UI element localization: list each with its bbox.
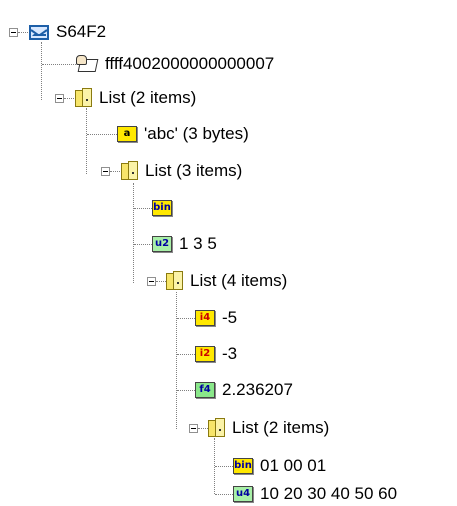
tree-connector	[198, 428, 208, 429]
i2-type-icon: i2	[195, 346, 215, 362]
node-label: 'abc' (3 bytes)	[144, 124, 249, 143]
tree-connector	[215, 494, 233, 495]
collapse-minus-icon[interactable]	[189, 424, 198, 433]
node-label: ffff4002000000000007	[105, 54, 275, 73]
collapse-minus-icon[interactable]	[101, 167, 110, 176]
node-label: List (2 items)	[99, 88, 197, 107]
tree-node-list[interactable]: List (4 items)	[166, 270, 287, 292]
tree-node-binary[interactable]: bin	[152, 197, 179, 219]
tree-connector	[177, 354, 195, 355]
tree-connector	[215, 466, 233, 467]
tree-node-system-bytes[interactable]: ffff4002000000000007	[76, 53, 274, 75]
system-bytes-icon	[76, 55, 99, 73]
tree-connector	[41, 42, 42, 100]
tree-node-i2[interactable]: i2 -3	[195, 343, 237, 365]
u4-type-icon: u4	[233, 486, 253, 502]
secs-message-tree: S64F2 ffff4002000000000007 List (2 items…	[0, 0, 457, 506]
node-label: 2.236207	[222, 380, 293, 399]
tree-node-list[interactable]: List (3 items)	[121, 160, 242, 182]
tree-connector	[156, 281, 166, 282]
tree-node-list[interactable]: List (2 items)	[75, 87, 196, 109]
list-folder-icon	[75, 88, 92, 108]
node-label: -3	[222, 344, 238, 363]
tree-connector	[133, 183, 134, 283]
collapse-minus-icon[interactable]	[9, 28, 18, 37]
tree-connector	[18, 32, 28, 33]
node-label: List (4 items)	[190, 271, 288, 290]
node-label: List (2 items)	[232, 418, 330, 437]
node-label: S64F2	[56, 22, 107, 41]
tree-connector	[177, 390, 195, 391]
collapse-minus-icon[interactable]	[147, 277, 156, 286]
tree-connector	[134, 208, 152, 209]
tree-connector	[64, 98, 74, 99]
i4-type-icon: i4	[195, 310, 215, 326]
tree-connector	[110, 171, 120, 172]
u2-type-icon: u2	[152, 236, 172, 252]
f4-type-icon: f4	[195, 382, 215, 398]
node-label: 01 00 01	[260, 456, 327, 475]
binary-type-icon: bin	[233, 458, 253, 474]
collapse-minus-icon[interactable]	[55, 94, 64, 103]
list-folder-icon	[208, 418, 225, 438]
tree-connector	[86, 108, 87, 174]
tree-connector	[176, 292, 177, 429]
tree-node-binary[interactable]: bin 01 00 01	[233, 455, 326, 477]
binary-type-icon: bin	[152, 200, 172, 216]
tree-node-i4[interactable]: i4 -5	[195, 307, 237, 329]
list-folder-icon	[166, 271, 183, 291]
tree-connector	[42, 64, 76, 65]
tree-connector	[87, 134, 117, 135]
tree-node-root[interactable]: S64F2	[29, 21, 106, 43]
node-label: List (3 items)	[145, 161, 243, 180]
tree-node-u4[interactable]: u4 10 20 30 40 50 60	[233, 483, 397, 505]
tree-node-f4[interactable]: f4 2.236207	[195, 379, 293, 401]
tree-node-u2[interactable]: u2 1 3 5	[152, 233, 217, 255]
envelope-icon	[29, 24, 49, 40]
node-label: -5	[222, 308, 238, 327]
tree-node-ascii[interactable]: a 'abc' (3 bytes)	[117, 123, 249, 145]
tree-connector	[177, 318, 195, 319]
tree-connector	[134, 244, 152, 245]
ascii-type-icon: a	[117, 126, 137, 142]
tree-node-list[interactable]: List (2 items)	[208, 417, 329, 439]
list-folder-icon	[121, 161, 138, 181]
node-label: 10 20 30 40 50 60	[260, 484, 398, 503]
node-label: 1 3 5	[179, 234, 217, 253]
